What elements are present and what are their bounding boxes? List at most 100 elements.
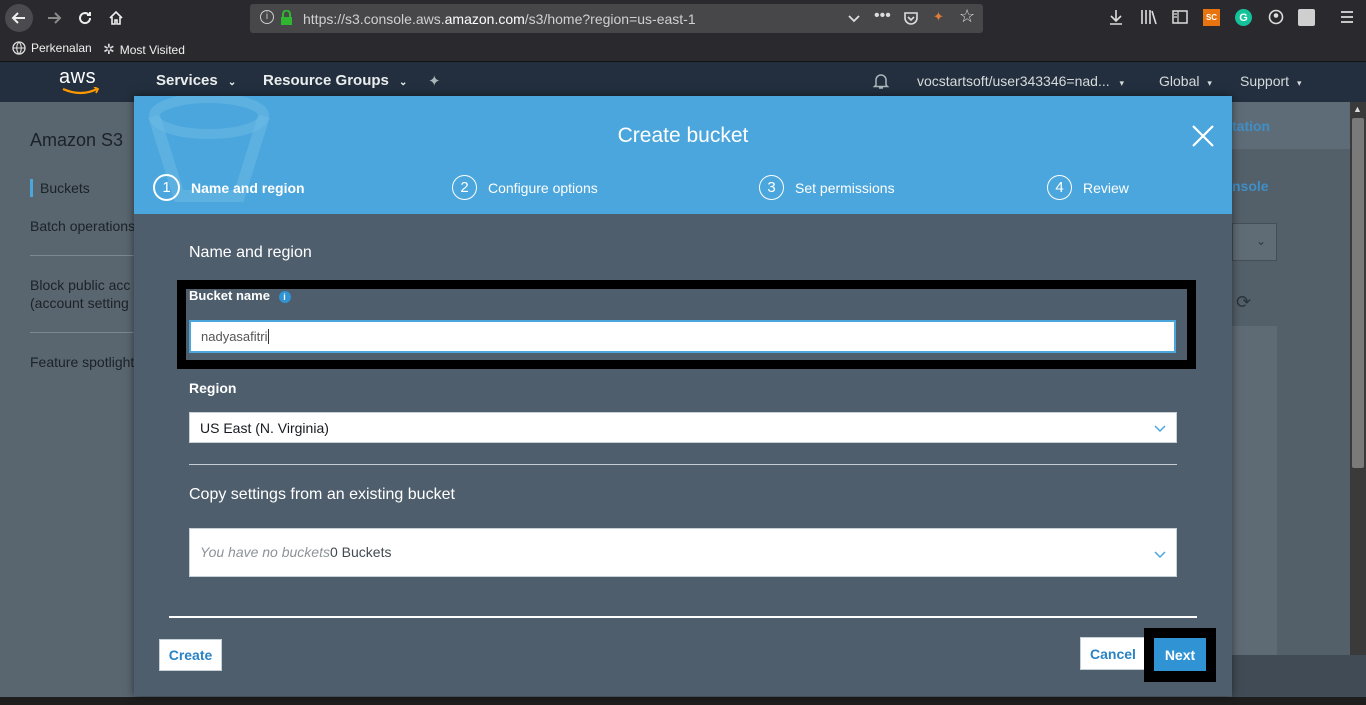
chevron-down-icon <box>1154 425 1166 433</box>
bucket-name-label-text: Bucket name <box>189 288 270 303</box>
step-label: Review <box>1083 179 1129 196</box>
bookmark-item[interactable]: Perkenalan <box>12 41 92 55</box>
step-number: 3 <box>759 175 784 200</box>
sc-extension-icon[interactable]: SC <box>1203 9 1220 26</box>
sidebar-item-batch-operations[interactable]: Batch operations <box>30 218 135 234</box>
sidebar-item-account-settings[interactable]: (account setting <box>30 295 129 311</box>
region-label: Global <box>1159 73 1200 89</box>
step-review[interactable]: 4 Review <box>1047 175 1129 200</box>
bucket-name-input[interactable]: nadyasafitri <box>189 320 1176 353</box>
scroll-up-icon[interactable]: ▲ <box>1353 104 1362 114</box>
bucket-name-label: Bucket name i <box>189 288 291 303</box>
copy-settings-select[interactable]: You have no buckets0 Buckets <box>189 528 1177 577</box>
bottom-strip <box>0 697 1366 705</box>
bookmark-star-icon[interactable]: ☆ <box>959 6 975 27</box>
account-icon[interactable] <box>1266 7 1286 27</box>
chevron-down-icon: ▾ <box>1296 78 1302 88</box>
close-button[interactable] <box>1188 121 1218 151</box>
section-divider <box>189 464 1177 465</box>
refresh-icon[interactable]: ⟳ <box>1236 292 1251 313</box>
info-icon[interactable]: i <box>260 10 274 24</box>
forward-arrow-icon <box>48 12 62 24</box>
divider <box>30 255 140 256</box>
gear-icon: ✲ <box>103 41 115 57</box>
modal-title: Create bucket <box>617 124 749 147</box>
aws-logo[interactable]: aws <box>59 66 103 96</box>
resource-groups-label: Resource Groups <box>263 72 389 89</box>
url-domain: amazon.com <box>444 11 525 27</box>
url-prefix: https://s3.console.aws. <box>303 11 445 27</box>
url-suffix: /s3/home?region=us-east-1 <box>524 11 696 27</box>
support-label: Support <box>1240 73 1290 89</box>
support-menu[interactable]: Support ▾ <box>1240 73 1301 89</box>
sidebar-item-block-public-access[interactable]: Block public acc <box>30 277 130 293</box>
active-indicator <box>30 179 33 197</box>
step-label: Name and region <box>191 179 305 196</box>
copy-settings-placeholder: You have no buckets <box>200 544 330 560</box>
bell-icon[interactable] <box>872 72 890 95</box>
step-configure-options[interactable]: 2 Configure options <box>452 175 598 200</box>
cancel-button[interactable]: Cancel <box>1080 637 1146 670</box>
chevron-down-icon: ⌄ <box>1256 234 1267 248</box>
region-select[interactable]: US East (N. Virginia) <box>189 412 1177 443</box>
step-label: Configure options <box>488 179 598 196</box>
lock-icon <box>281 10 292 25</box>
sidebar-item-feature-spotlight[interactable]: Feature spotlight <box>30 354 134 370</box>
create-bucket-modal: Create bucket 1 Name and region 2 Config… <box>134 96 1232 696</box>
address-bar[interactable]: i https://s3.console.aws.amazon.com/s3/h… <box>250 4 983 33</box>
background-footer <box>1232 655 1366 697</box>
info-icon[interactable]: i <box>278 290 291 303</box>
page-actions-icon[interactable]: ••• <box>874 7 891 25</box>
sidebar-toggle-icon[interactable] <box>1170 7 1190 27</box>
back-button[interactable] <box>5 4 33 32</box>
aws-logo-text: aws <box>59 66 97 88</box>
next-button[interactable]: Next <box>1154 638 1206 671</box>
bookmark-item[interactable]: ✲ Most Visited <box>103 41 185 58</box>
home-icon <box>109 10 123 25</box>
bookmark-label: Most Visited <box>119 42 185 57</box>
pocket-icon[interactable] <box>903 10 919 26</box>
divider <box>30 332 140 333</box>
resource-groups-menu[interactable]: Resource Groups ⌄ <box>263 72 407 89</box>
menu-icon[interactable] <box>1337 7 1357 27</box>
sidebar-item-buckets[interactable]: Buckets <box>40 180 90 196</box>
background-dropdown[interactable]: ⌄ <box>1232 223 1277 261</box>
copy-settings-title: Copy settings from an existing bucket <box>189 486 455 503</box>
chevron-down-icon: ▾ <box>1119 78 1125 88</box>
pin-icon[interactable]: ✦ <box>428 72 441 90</box>
extension-icon[interactable]: ✦ <box>933 9 947 25</box>
s3-sidebar: Amazon S3 Buckets Batch operations Block… <box>0 102 140 672</box>
extension-square-icon[interactable] <box>1298 9 1315 26</box>
back-arrow-icon <box>11 12 25 24</box>
grammarly-icon[interactable]: G <box>1235 9 1252 26</box>
create-button[interactable]: Create <box>159 639 222 671</box>
services-menu[interactable]: Services ⌄ <box>156 72 236 89</box>
home-button[interactable] <box>102 4 130 32</box>
documentation-link[interactable]: tation <box>1232 118 1270 134</box>
library-icon[interactable] <box>1139 7 1159 27</box>
downloads-icon[interactable] <box>1106 7 1126 27</box>
url-text: https://s3.console.aws.amazon.com/s3/hom… <box>303 11 696 27</box>
console-link[interactable]: nsole <box>1232 178 1269 194</box>
chevron-down-icon <box>1154 551 1166 559</box>
chevron-down-icon[interactable] <box>847 12 861 26</box>
scrollbar-thumb[interactable] <box>1352 118 1364 468</box>
s3-title: Amazon S3 <box>30 130 124 150</box>
reload-button[interactable] <box>71 4 99 32</box>
step-name-and-region[interactable]: 1 Name and region <box>153 174 305 201</box>
chevron-down-icon: ▾ <box>1207 78 1212 88</box>
chevron-down-icon: ⌄ <box>399 77 408 88</box>
region-select-value: US East (N. Virginia) <box>200 420 329 436</box>
services-label: Services <box>156 72 218 89</box>
text-cursor <box>268 329 270 344</box>
forward-button[interactable] <box>40 4 68 32</box>
region-menu[interactable]: Global ▾ <box>1159 73 1212 89</box>
account-menu[interactable]: vocstartsoft/user343346=nad... ▾ <box>917 73 1124 89</box>
step-set-permissions[interactable]: 3 Set permissions <box>759 175 895 200</box>
background-panel-card <box>1232 326 1277 655</box>
aws-smile-icon <box>62 87 100 95</box>
bucket-count: 0 Buckets <box>330 544 392 560</box>
bookmarks-bar: Perkenalan ✲ Most Visited <box>0 37 1366 61</box>
step-number: 4 <box>1047 175 1072 200</box>
step-number: 2 <box>452 175 477 200</box>
